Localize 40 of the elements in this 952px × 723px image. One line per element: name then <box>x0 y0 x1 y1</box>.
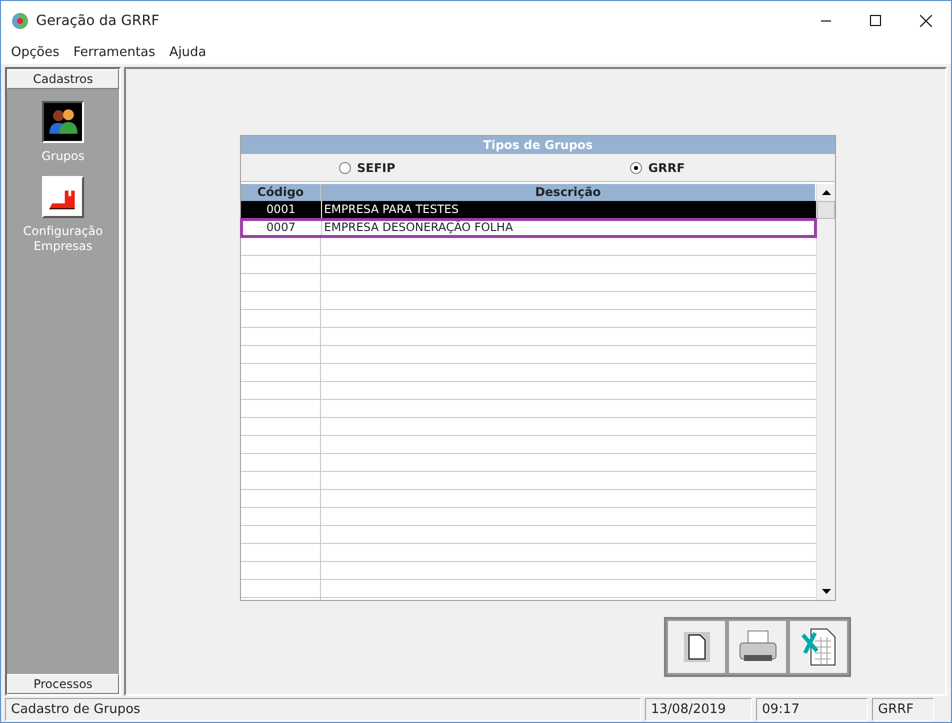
table-cell: EMPRESA DESONERAÇÃO FOLHA <box>321 219 816 237</box>
radio-option[interactable]: SEFIP <box>339 154 396 181</box>
scroll-down-arrow-icon[interactable] <box>822 589 830 594</box>
new-document-button[interactable] <box>666 619 727 675</box>
status-panel: 09:17 <box>756 698 868 721</box>
menu-item[interactable]: Ajuda <box>163 42 212 62</box>
menu-item[interactable]: Ferramentas <box>67 42 162 62</box>
factory-icon[interactable] <box>42 176 84 218</box>
status-panel: 13/08/2019 <box>645 698 752 721</box>
maximize-icon[interactable] <box>870 15 882 27</box>
sidebar-label: Configuração Empresas <box>22 224 104 254</box>
status-panel: Cadastro de Grupos <box>5 698 641 721</box>
column-header[interactable]: Código <box>241 184 321 201</box>
scrollbar[interactable] <box>816 184 835 600</box>
panel-title: Tipos de Grupos <box>241 136 835 154</box>
sidebar-header[interactable]: Cadastros <box>7 69 119 89</box>
sidebar-label: Grupos <box>40 149 86 164</box>
radio-option[interactable]: GRRF <box>630 154 685 181</box>
radio-button[interactable] <box>339 162 351 174</box>
status-panel: GRRF <box>872 698 934 721</box>
spreadsheet-icon <box>800 627 836 667</box>
app-icon <box>11 12 29 30</box>
radio-label: SEFIP <box>357 160 396 176</box>
close-icon[interactable] <box>920 15 932 27</box>
scroll-thumb[interactable] <box>817 201 835 219</box>
sidebar-footer[interactable]: Processos <box>7 674 119 694</box>
table-row[interactable]: 0001 EMPRESA PARA TESTES <box>241 201 816 219</box>
document-icon <box>684 632 710 662</box>
radio-label: GRRF <box>648 160 685 176</box>
column-header[interactable]: Descrição <box>321 184 816 201</box>
menu-item[interactable]: Opções <box>5 42 66 62</box>
table-cell-text: 0001 <box>265 201 297 218</box>
table-cell-text: 0007 <box>265 219 297 236</box>
print-button[interactable] <box>727 619 788 675</box>
export-excel-button[interactable] <box>788 619 849 675</box>
window-title: Geração da GRRF <box>36 12 160 30</box>
scroll-up-arrow-icon[interactable] <box>822 190 830 195</box>
table-row[interactable]: 0007 EMPRESA DESONERAÇÃO FOLHA <box>241 219 816 237</box>
radio-button[interactable] <box>630 162 642 174</box>
people-icon[interactable] <box>42 101 84 143</box>
